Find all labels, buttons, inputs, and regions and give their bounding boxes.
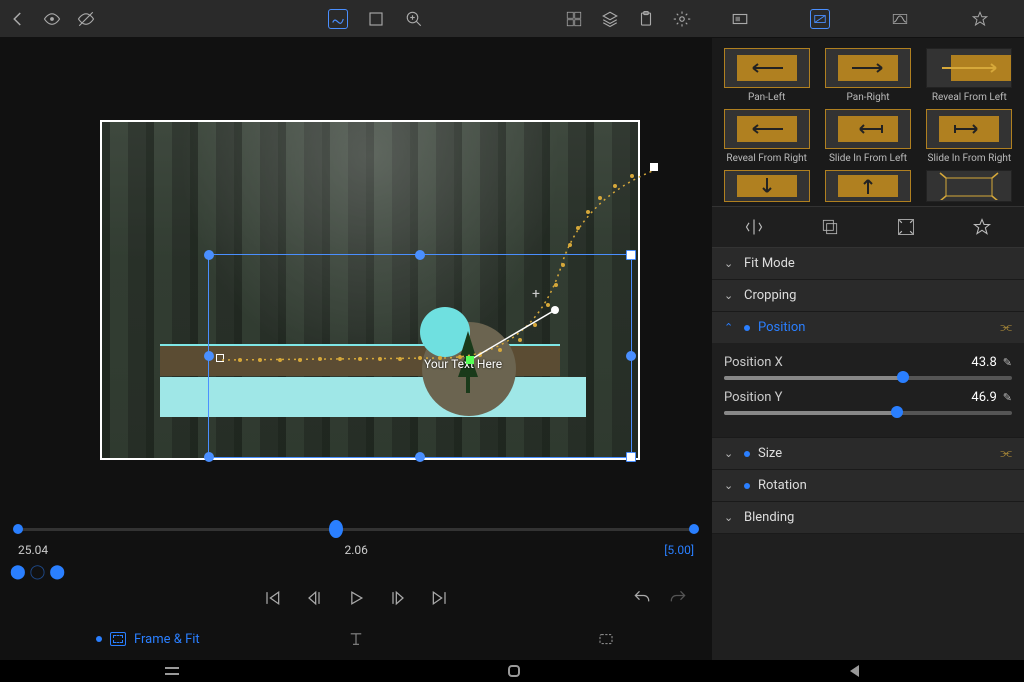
nav-home-icon[interactable] [508,665,520,677]
skip-end-icon[interactable] [430,588,450,608]
preset-slide-in-from-left[interactable]: Slide In From Left [821,109,914,164]
preset-label: Reveal From Left [932,92,1007,103]
redo-icon[interactable] [668,588,688,608]
resize-handle-bm[interactable] [415,452,425,462]
preset-label: Pan-Left [748,92,785,103]
timeline-scrubber[interactable]: 25.04 2.06 [5.00] ⬤◯⬤ [0,508,712,578]
nav-back-icon[interactable] [850,665,859,677]
resize-handle-tl[interactable] [204,250,214,260]
section-cropping[interactable]: ⌄ Cropping [712,280,1024,311]
play-icon[interactable] [346,588,366,608]
scrub-current-label: 2.06 [344,543,367,557]
resize-handle-tr[interactable] [626,250,636,260]
section-size[interactable]: ⌄ Size ⫘ [712,438,1024,469]
preset-label: Pan-Right [847,92,890,103]
android-nav-bar [0,660,1024,682]
scrub-out-point[interactable] [689,524,699,534]
panel-transform-icon[interactable] [810,9,830,29]
scrub-end-label: [5.00] [664,543,694,557]
nav-recent-icon[interactable] [165,667,179,675]
skip-start-icon[interactable] [262,588,282,608]
animate-tool-icon[interactable] [328,9,348,29]
pos-y-value: 46.9 [971,390,996,405]
preset-slide-down[interactable] [720,170,813,202]
tab-fit-icon[interactable] [894,215,918,239]
pos-y-slider[interactable] [724,411,1012,415]
frame-fit-icon [110,632,126,646]
visibility-on-icon[interactable] [42,9,62,29]
resize-handle-lm[interactable] [204,351,214,361]
selection-box[interactable] [208,254,632,458]
preset-pan-left[interactable]: Pan-Left [720,48,813,103]
pos-x-label: Position X [724,355,971,370]
chevron-down-icon: ⌄ [724,479,736,492]
undo-icon[interactable] [632,588,652,608]
resize-handle-br[interactable] [626,452,636,462]
zoom-in-icon[interactable] [404,9,424,29]
layers-icon[interactable] [600,9,620,29]
step-forward-icon[interactable] [388,588,408,608]
edit-icon[interactable]: ✎ [1003,391,1012,404]
visibility-off-icon[interactable] [76,9,96,29]
crop-tool-icon[interactable] [366,9,386,29]
section-blending[interactable]: ⌄ Blending [712,502,1024,533]
section-fit-mode[interactable]: ⌄ Fit Mode [712,248,1024,279]
chevron-down-icon: ⌄ [724,447,736,460]
tab-flip-icon[interactable] [742,215,766,239]
pos-x-slider[interactable] [724,376,1012,380]
pos-x-value: 43.8 [971,355,996,370]
section-position[interactable]: ⌃ Position ⫘ [712,312,1024,343]
chevron-down-icon: ⌄ [724,257,736,270]
link-icon[interactable]: ⫘ [1000,320,1012,335]
frame-fit-label: Frame & Fit [134,632,200,647]
section-rotation[interactable]: ⌄ Rotation [712,470,1024,501]
frame-fit-tab[interactable]: Frame & Fit [96,632,200,647]
scrub-start-label: 25.04 [18,543,48,557]
tab-favorite-icon[interactable] [970,215,994,239]
resize-handle-rm[interactable] [626,351,636,361]
panel-curves-icon[interactable] [890,9,910,29]
preset-reveal-from-right[interactable]: Reveal From Right [720,109,813,164]
chevron-down-icon: ⌄ [724,289,736,302]
panel-frame-icon[interactable] [730,9,750,29]
preset-reveal-from-left[interactable]: Reveal From Left [923,48,1016,103]
keyframe-dot-icon [744,325,750,331]
scrub-in-point[interactable] [13,524,23,534]
effects-icon[interactable] [596,629,616,649]
panel-favorite-icon[interactable] [970,9,990,29]
resize-handle-bl[interactable] [204,452,214,462]
text-tool-icon[interactable] [346,629,366,649]
step-back-icon[interactable] [304,588,324,608]
edit-icon[interactable]: ✎ [1003,356,1012,369]
keyframe-end-marker[interactable] [650,163,658,171]
preset-label: Reveal From Right [726,153,806,164]
back-icon[interactable] [8,9,28,29]
preset-zoom[interactable] [923,170,1016,202]
preset-label: Slide In From Right [928,153,1012,164]
resize-handle-tm[interactable] [415,250,425,260]
grid-icon[interactable] [564,9,584,29]
settings-icon[interactable] [672,9,692,29]
tab-copy-icon[interactable] [818,215,842,239]
preset-pan-right[interactable]: Pan-Right [821,48,914,103]
scrub-playhead[interactable] [329,520,343,538]
keyframe-dot-icon [744,451,750,457]
preview-canvas[interactable]: Your Text Here + [0,38,712,508]
keyframe-dot-icon [744,483,750,489]
scrub-track[interactable] [18,528,694,531]
pos-y-label: Position Y [724,390,971,405]
link-icon[interactable]: ⫘ [1000,446,1012,461]
preset-slide-up[interactable] [821,170,914,202]
preset-slide-in-from-right[interactable]: Slide In From Right [923,109,1016,164]
chevron-down-icon: ⌄ [724,511,736,524]
chevron-up-icon: ⌃ [724,321,736,334]
properties-panel: Pan-Left Pan-Right Reveal From Left Reve… [712,38,1024,660]
preset-label: Slide In From Left [829,153,907,164]
clipboard-icon[interactable] [636,9,656,29]
transport-controls [0,578,712,618]
